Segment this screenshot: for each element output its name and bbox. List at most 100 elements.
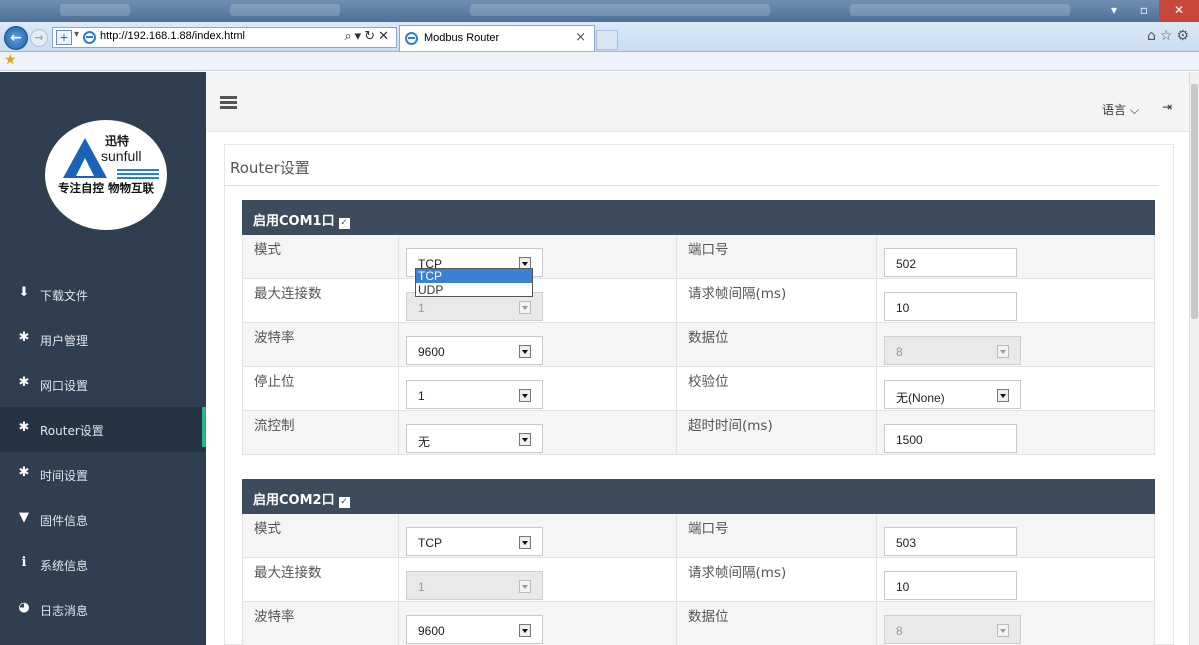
download-icon: ⬇ [18, 285, 30, 300]
url-text[interactable]: http://192.168.1.88/index.html [100, 30, 245, 42]
com2-port-input[interactable]: 503 [884, 527, 1017, 556]
sidebar-item-label: 系统信息 [40, 559, 89, 573]
com2-databits-select: 8 [884, 615, 1021, 644]
parity-label: 校验位 [688, 374, 729, 390]
mode-label: 模式 [254, 521, 281, 537]
table-row: 模式 TCP 端口号 502 [242, 235, 1155, 279]
chevron-down-icon[interactable] [519, 345, 531, 358]
dropdown-option-tcp[interactable]: TCP [416, 269, 532, 283]
maximize-icon[interactable]: ▫ [1129, 0, 1159, 22]
search-refresh-stop-icons[interactable]: ⌕▾↻✕ [344, 29, 392, 44]
dropdown-option-udp[interactable]: UDP [416, 283, 532, 297]
favorites-star-icon[interactable]: ★ [4, 52, 17, 68]
ie-icon [405, 32, 418, 45]
sidebar: 迅特 sunfull 专注自控 物物互联 ⬇ 下载文件 ✱ 用户管理 ✱ 网口设… [0, 72, 206, 645]
chevron-down-icon[interactable] [519, 624, 531, 637]
chevron-down-icon[interactable]: ▾ [74, 29, 79, 40]
mode-label: 模式 [254, 242, 281, 258]
com1-flow-select[interactable]: 无 [406, 424, 543, 453]
titlebar-blur [230, 4, 340, 16]
sidebar-item-firmware[interactable]: ▼ 固件信息 [0, 497, 206, 542]
com1-parity-select[interactable]: 无(None) [884, 380, 1021, 409]
chevron-down-icon[interactable] [519, 536, 531, 549]
select-value: 1 [418, 580, 425, 594]
logo-top-text: 迅特 [105, 134, 130, 148]
logo-brand: sunfull [101, 148, 142, 164]
sidebar-item-sysinfo[interactable]: ℹ 系统信息 [0, 542, 206, 587]
dashboard-icon: ◕ [18, 600, 30, 615]
language-label: 语言 [1102, 103, 1127, 117]
home-star-gear-icons[interactable]: ⌂☆⚙ [1147, 28, 1193, 44]
maxconn-label: 最大连接数 [254, 565, 322, 581]
browser-tab[interactable]: Modbus Router × [399, 25, 595, 51]
title-divider [225, 185, 1159, 186]
com1-databits-select: 8 [884, 336, 1021, 365]
select-value: 9600 [418, 345, 445, 359]
com1-timeout-input[interactable]: 1500 [884, 424, 1017, 453]
databits-label: 数据位 [688, 609, 729, 625]
select-value: 无 [418, 435, 431, 449]
com2-mode-select[interactable]: TCP [406, 527, 543, 556]
databits-label: 数据位 [688, 330, 729, 346]
checkbox-icon[interactable]: ✓ [338, 218, 350, 229]
com1-interval-input[interactable]: 10 [884, 292, 1017, 321]
com1-enable-toggle[interactable]: 启用COM1口 ✓ [253, 210, 350, 229]
sidebar-item-label: Router设置 [40, 424, 104, 438]
com2-baud-select[interactable]: 9600 [406, 615, 543, 644]
com2-enable-toggle[interactable]: 启用COM2口 ✓ [253, 489, 350, 508]
sidebar-item-time[interactable]: ✱ 时间设置 [0, 452, 206, 497]
sidebar-item-label: 用户管理 [40, 334, 89, 348]
com2-interval-input[interactable]: 10 [884, 571, 1017, 600]
com1-port-input[interactable]: 502 [884, 248, 1017, 277]
chevron-down-icon[interactable] [519, 433, 531, 446]
sidebar-item-log[interactable]: ◕ 日志消息 [0, 587, 206, 632]
chevron-down-icon [519, 301, 531, 314]
sidebar-item-router[interactable]: ✱ Router设置 [0, 407, 206, 452]
port-label: 端口号 [688, 521, 729, 537]
tab-title: Modbus Router [424, 32, 500, 44]
com2-section-header: 启用COM2口 ✓ [242, 479, 1155, 514]
sidebar-item-label: 下载文件 [40, 289, 89, 303]
scrollbar-thumb[interactable] [1191, 84, 1198, 319]
select-value: 8 [896, 624, 903, 638]
chevron-down-icon [997, 624, 1009, 637]
forward-button[interactable]: → [30, 29, 48, 47]
chevron-down-icon [997, 345, 1009, 358]
logout-icon[interactable]: ⇥ [1162, 100, 1172, 114]
sidebar-item-download[interactable]: ⬇ 下载文件 [0, 272, 206, 317]
language-dropdown[interactable]: 语言 ⌵ [1102, 101, 1139, 118]
interval-label: 请求帧间隔(ms) [688, 286, 787, 302]
hamburger-menu-icon[interactable] [220, 96, 237, 109]
window-titlebar: ▾ ▫ ✕ [0, 0, 1199, 22]
table-row: 波特率 9600 数据位 8 [242, 323, 1155, 367]
com2-maxconn-select: 1 [406, 571, 543, 600]
interval-label: 请求帧间隔(ms) [688, 565, 787, 581]
table-row: 最大连接数 1 请求帧间隔(ms) 10 [242, 279, 1155, 323]
vertical-scrollbar[interactable] [1189, 72, 1199, 645]
sidebar-item-network[interactable]: ✱ 网口设置 [0, 362, 206, 407]
chevron-down-icon[interactable] [519, 389, 531, 402]
ie-icon [83, 31, 96, 44]
minimize-icon[interactable]: ▾ [1099, 0, 1129, 22]
select-value: 1 [418, 301, 425, 315]
compat-icon[interactable]: + [56, 30, 72, 45]
close-window-icon[interactable]: ✕ [1159, 0, 1199, 22]
port-label: 端口号 [688, 242, 729, 258]
com1-section-header: 启用COM1口 ✓ [242, 200, 1155, 235]
logo-triangle-inner [76, 158, 94, 176]
new-tab-button[interactable] [596, 30, 618, 50]
close-tab-icon[interactable]: × [575, 30, 586, 45]
chevron-down-icon: ⌵ [1129, 103, 1139, 117]
back-button[interactable]: ← [4, 26, 28, 50]
table-row: 最大连接数 1 请求帧间隔(ms) 10 [242, 558, 1155, 602]
checkbox-icon[interactable]: ✓ [338, 497, 350, 508]
top-header: 语言 ⌵ ⇥ [206, 72, 1189, 132]
sidebar-item-users[interactable]: ✱ 用户管理 [0, 317, 206, 362]
com1-baud-select[interactable]: 9600 [406, 336, 543, 365]
table-row: 停止位 1 校验位 无(None) [242, 367, 1155, 411]
chevron-down-icon [519, 580, 531, 593]
address-bar[interactable]: + ▾ http://192.168.1.88/index.html ⌕▾↻✕ [52, 27, 397, 48]
chevron-down-icon[interactable] [997, 389, 1009, 402]
com1-stopbits-select[interactable]: 1 [406, 380, 543, 409]
select-value: 1 [418, 389, 425, 403]
